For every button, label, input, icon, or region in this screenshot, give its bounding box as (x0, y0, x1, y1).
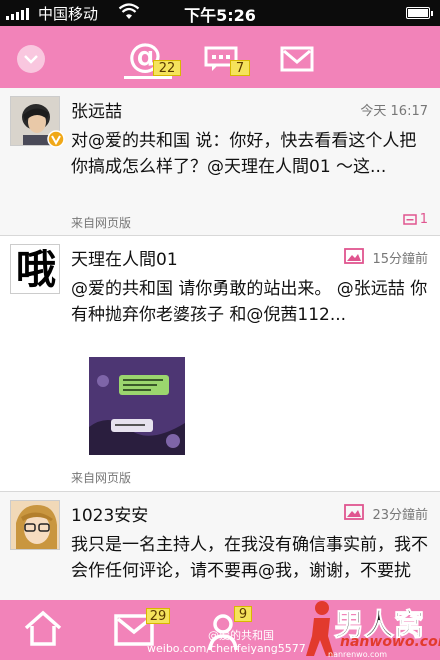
watermark-url: weibo.com/chenfeiyang5577 (147, 642, 306, 655)
avatar[interactable] (10, 500, 60, 550)
comment-count[interactable]: 1 (402, 212, 428, 227)
image-icon (344, 504, 364, 520)
post-time: 23分鐘前 (372, 508, 428, 523)
home-icon[interactable] (22, 608, 64, 648)
chevron-down-icon (24, 55, 38, 64)
battery-icon (406, 7, 433, 19)
post-username[interactable]: 张远喆 (71, 97, 122, 122)
post-content: @爱的共和国 请你勇敢的站出来。 @张远喆 你有种抛弃你老婆孩子 和@倪茜112… (71, 279, 428, 325)
image-icon (344, 248, 364, 264)
avatar[interactable]: 哦 (10, 244, 60, 294)
comment-count-badge: 7 (230, 60, 250, 76)
feed-item[interactable]: 哦 天理在人間01 15分鐘前 @爱的共和国 请你勇敢的站出来。 @张远喆 你有… (0, 236, 440, 492)
feed-item[interactable]: 1023安安 23分鐘前 我只是一名主持人，在我没有确信事实前，我不会作任何评论… (0, 492, 440, 600)
verified-badge-icon (47, 130, 65, 148)
comment-icon (402, 213, 417, 225)
profile-count-badge: 9 (234, 606, 252, 622)
post-source: 来自网页版 (71, 471, 132, 485)
post-username[interactable]: 天理在人間01 (71, 245, 178, 270)
dropdown-button[interactable] (17, 45, 45, 73)
post-time: 15分鐘前 (372, 252, 428, 267)
post-time: 今天 16:17 (360, 104, 428, 119)
status-bar: 中国移动 下午5:26 (0, 0, 440, 26)
post-content: 对@爱的共和国 说：你好，快去看看这个人把你搞成怎么样了？@天理在人間01 ～这… (71, 131, 417, 177)
avatar-text: 哦 (16, 247, 56, 293)
post-content: 我只是一名主持人，在我没有确信事实前，我不会作任何评论，请不要再@我，谢谢，不要… (71, 535, 428, 581)
status-time: 下午5:26 (184, 6, 256, 25)
logo-domain: nanwowo.com (340, 634, 440, 650)
envelope-icon (280, 46, 314, 72)
mail-count-badge: 29 (146, 608, 170, 624)
at-count-badge: 22 (153, 60, 181, 76)
feed-item[interactable]: 张远喆 今天 16:17 对@爱的共和国 说：你好，快去看看这个人把你搞成怎么样… (0, 88, 440, 236)
tab-messages[interactable] (280, 34, 316, 80)
mention-feed[interactable]: 张远喆 今天 16:17 对@爱的共和国 说：你好，快去看看这个人把你搞成怎么样… (0, 88, 440, 600)
logo-sub: nanrenwo.com (328, 650, 388, 659)
site-logo: 男人窝 nanwowo.com nanrenwo.com (300, 598, 440, 660)
top-tab-bar: @ 22 7 (0, 26, 440, 88)
post-image-thumbnail[interactable] (89, 357, 185, 455)
watermark-handle: @爱的共和国 (208, 629, 274, 642)
post-username[interactable]: 1023安安 (71, 501, 148, 526)
comment-count-value: 1 (419, 212, 428, 227)
post-source: 来自网页版 (71, 216, 132, 230)
